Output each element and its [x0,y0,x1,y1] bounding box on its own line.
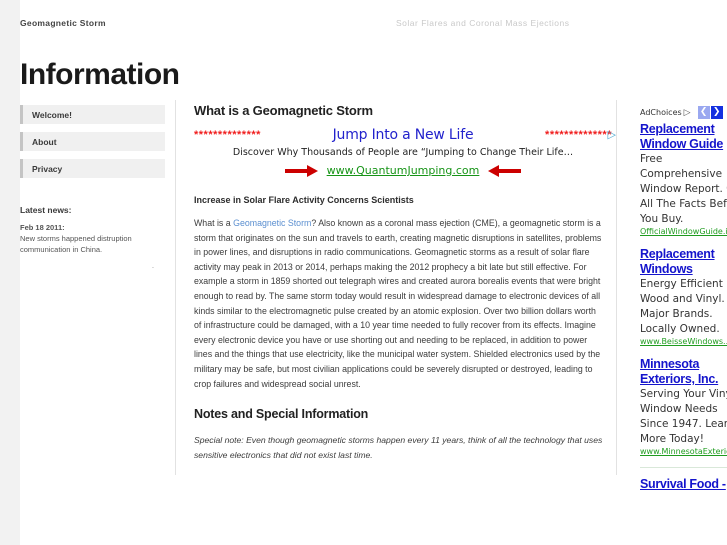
advertisement-column: AdChoices ▷ ❮ ❯ Replacement Window Guide… [640,105,727,503]
arrow-right-icon [284,164,319,177]
ad-url-link[interactable]: OfficialWindowGuide.i... [640,227,727,236]
ad-item[interactable]: Replacement Window Guide Free Comprehens… [640,122,727,236]
ad-title-link[interactable]: Survival Food - [640,477,727,492]
ad-divider [640,467,727,468]
prev-ad-button[interactable]: ❮ [697,105,710,119]
sidebar-item-welcome[interactable]: Welcome! [20,105,165,124]
banner-subline: Discover Why Thousands of People are “Ju… [232,147,574,158]
banner-url-link[interactable]: www.QuantumJumping.com [327,164,480,177]
ad-description: Free Comprehensive Window Report. Get Al… [640,153,727,225]
ad-item[interactable]: Survival Food - [640,477,727,492]
banner-headline: Jump Into a New Life [332,127,474,143]
sidebar-item-label: About [32,136,57,147]
adchoices-label[interactable]: AdChoices [640,108,682,117]
latest-news-title: Latest news: [20,205,72,215]
latest-news-marker: . [152,263,154,270]
adchoices-triangle-icon[interactable]: ▷ [684,107,691,118]
site-tagline: Solar Flares and Coronal Mass Ejections [396,18,570,28]
sidebar-item-privacy[interactable]: Privacy [20,159,165,178]
article-body-paragraph: What is a Geomagnetic Storm? Also known … [194,216,604,391]
banner-stars-left: ************** [194,129,261,141]
adchoices-triangle-icon[interactable]: ▷ [608,128,616,141]
arrow-left-icon [487,164,522,177]
ad-title-link[interactable]: Replacement Windows [640,247,727,277]
next-ad-button[interactable]: ❯ [710,105,723,119]
site-name: Geomagnetic Storm [20,18,106,28]
nav-accent-bar [20,105,23,124]
section-heading: Increase in Solar Flare Activity Concern… [194,195,414,205]
notes-heading: Notes and Special Information [194,407,369,422]
page-title: Information [20,58,180,91]
ad-url-link[interactable]: www.BeisseWindows.... [640,337,727,346]
ad-description: Energy Efficient Wood and Vinyl. All Maj… [640,278,727,335]
sidebar: Welcome! About Privacy [20,105,165,186]
site-header: Geomagnetic Storm Solar Flares and Coron… [20,0,727,40]
ad-description: Serving Your Vinyl Window Needs Since 19… [640,388,727,445]
latest-news-block: Latest news: Feb 18 2011: New storms hap… [20,205,165,270]
body-rest-text: ? Also known as a coronal mass ejection … [194,218,602,389]
sidebar-item-about[interactable]: About [20,132,165,151]
nav-accent-bar [20,132,23,151]
sidebar-item-label: Welcome! [32,109,72,120]
main-content: What is a Geomagnetic Storm ************… [175,100,617,475]
adchoices-row: AdChoices ▷ ❮ ❯ [640,105,727,119]
banner-stars-right: ************** [545,129,612,141]
banner-url-row: www.QuantumJumping.com [194,164,612,177]
banner-advertisement[interactable]: ************** Jump Into a New Life ****… [194,127,616,189]
geomagnetic-storm-link[interactable]: Geomagnetic Storm [233,218,311,228]
latest-news-body: New storms happened distruption communic… [20,234,132,254]
ad-item[interactable]: Minnesota Exteriors, Inc. Serving Your V… [640,357,727,456]
ad-item[interactable]: Replacement Windows Energy Efficient Woo… [640,247,727,346]
ad-title-link[interactable]: Minnesota Exteriors, Inc. [640,357,727,387]
ad-url-link[interactable]: www.MinnesotaExterio... [640,447,727,456]
banner-headline-row: ************** Jump Into a New Life ****… [194,127,616,143]
special-note-text: Special note: Even though geomagnetic st… [194,435,603,461]
article-title: What is a Geomagnetic Storm [194,103,373,118]
latest-news-date: Feb 18 2011: [20,223,65,232]
page-container: Geomagnetic Storm Solar Flares and Coron… [20,0,727,545]
ad-title-link[interactable]: Replacement Window Guide [640,122,727,152]
sidebar-item-label: Privacy [32,163,63,174]
body-lead-text: What is a [194,218,234,228]
nav-accent-bar [20,159,23,178]
